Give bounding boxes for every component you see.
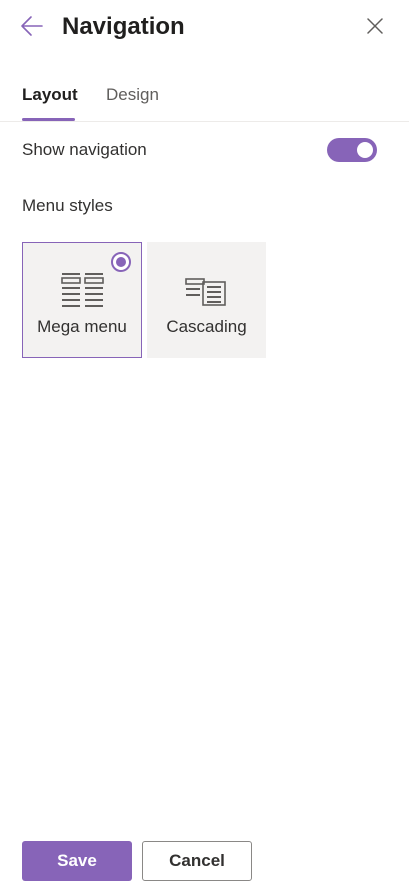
cascading-label: Cascading bbox=[166, 317, 247, 336]
radio-selected-dot bbox=[116, 257, 126, 267]
panel-header: Navigation bbox=[0, 0, 409, 56]
toggle-knob bbox=[357, 142, 373, 158]
close-icon bbox=[367, 18, 383, 34]
mega-menu-icon bbox=[61, 273, 104, 307]
panel-footer: Save Cancel bbox=[0, 840, 409, 882]
cancel-button[interactable]: Cancel bbox=[142, 841, 252, 881]
save-button[interactable]: Save bbox=[22, 841, 132, 881]
navigation-panel: Navigation Layout Design Show navigation… bbox=[0, 0, 409, 890]
show-navigation-label: Show navigation bbox=[22, 140, 147, 159]
tab-layout[interactable]: Layout bbox=[22, 85, 78, 105]
tab-bar: Layout Design bbox=[0, 72, 409, 122]
panel-title: Navigation bbox=[62, 13, 185, 40]
cascading-option[interactable]: Cascading bbox=[147, 242, 266, 358]
menu-styles-label: Menu styles bbox=[22, 196, 113, 215]
tab-divider bbox=[0, 121, 409, 122]
tab-design[interactable]: Design bbox=[106, 85, 159, 105]
close-button[interactable] bbox=[362, 13, 388, 39]
cascading-menu-icon bbox=[185, 278, 226, 306]
mega-menu-label: Mega menu bbox=[37, 317, 127, 336]
mega-menu-option[interactable]: Mega menu bbox=[22, 242, 142, 358]
arrow-left-icon bbox=[21, 16, 43, 36]
show-navigation-toggle[interactable] bbox=[327, 138, 377, 162]
mega-menu-radio[interactable] bbox=[111, 252, 131, 272]
back-button[interactable] bbox=[18, 12, 46, 40]
